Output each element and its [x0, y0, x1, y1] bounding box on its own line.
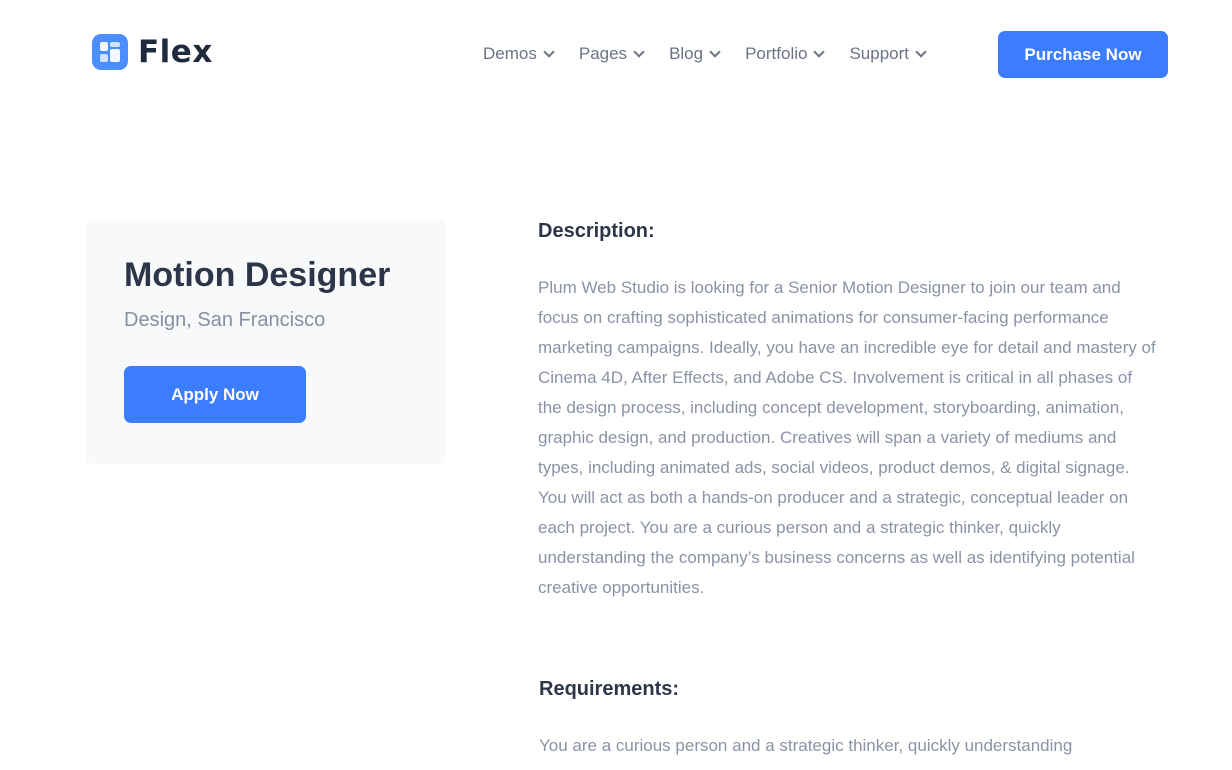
nav-label: Pages	[578, 44, 628, 63]
purchase-now-button[interactable]: Purchase Now	[998, 31, 1168, 78]
requirements-text: You are a curious person and a strategic…	[539, 736, 1073, 755]
main-nav: Demos Pages Blog Portfolio Support	[483, 42, 951, 66]
chevron-down-icon	[915, 45, 927, 58]
nav-item-blog[interactable]: Blog	[669, 44, 721, 64]
job-meta: Design, San Francisco	[124, 309, 326, 331]
chevron-down-icon	[543, 45, 555, 58]
chevron-down-icon	[633, 45, 645, 58]
chevron-down-icon	[813, 45, 826, 58]
flex-logo-icon	[92, 34, 128, 70]
nav-label: Support	[849, 44, 910, 63]
job-title: Motion Designer	[124, 256, 391, 294]
description-heading: Description:	[538, 220, 655, 242]
nav-item-portfolio[interactable]: Portfolio	[745, 44, 826, 64]
nav-label: Blog	[669, 44, 704, 63]
apply-now-button[interactable]: Apply Now	[124, 366, 306, 423]
nav-label: Demos	[483, 44, 537, 63]
nav-item-demos[interactable]: Demos	[483, 44, 555, 64]
nav-item-pages[interactable]: Pages	[578, 44, 645, 64]
description-text: Plum Web Studio is looking for a Senior …	[538, 278, 1156, 597]
nav-label: Portfolio	[745, 44, 808, 63]
nav-item-support[interactable]: Support	[849, 44, 927, 64]
site-header: Flex Demos Pages Blog Portfolio Support …	[0, 0, 1232, 108]
requirements-heading: Requirements:	[539, 678, 680, 700]
logo-text: Flex	[138, 34, 213, 70]
chevron-down-icon	[709, 45, 721, 58]
job-summary-card: Motion Designer Design, San Francisco Ap…	[86, 220, 445, 464]
brand-logo[interactable]: Flex	[92, 34, 213, 70]
